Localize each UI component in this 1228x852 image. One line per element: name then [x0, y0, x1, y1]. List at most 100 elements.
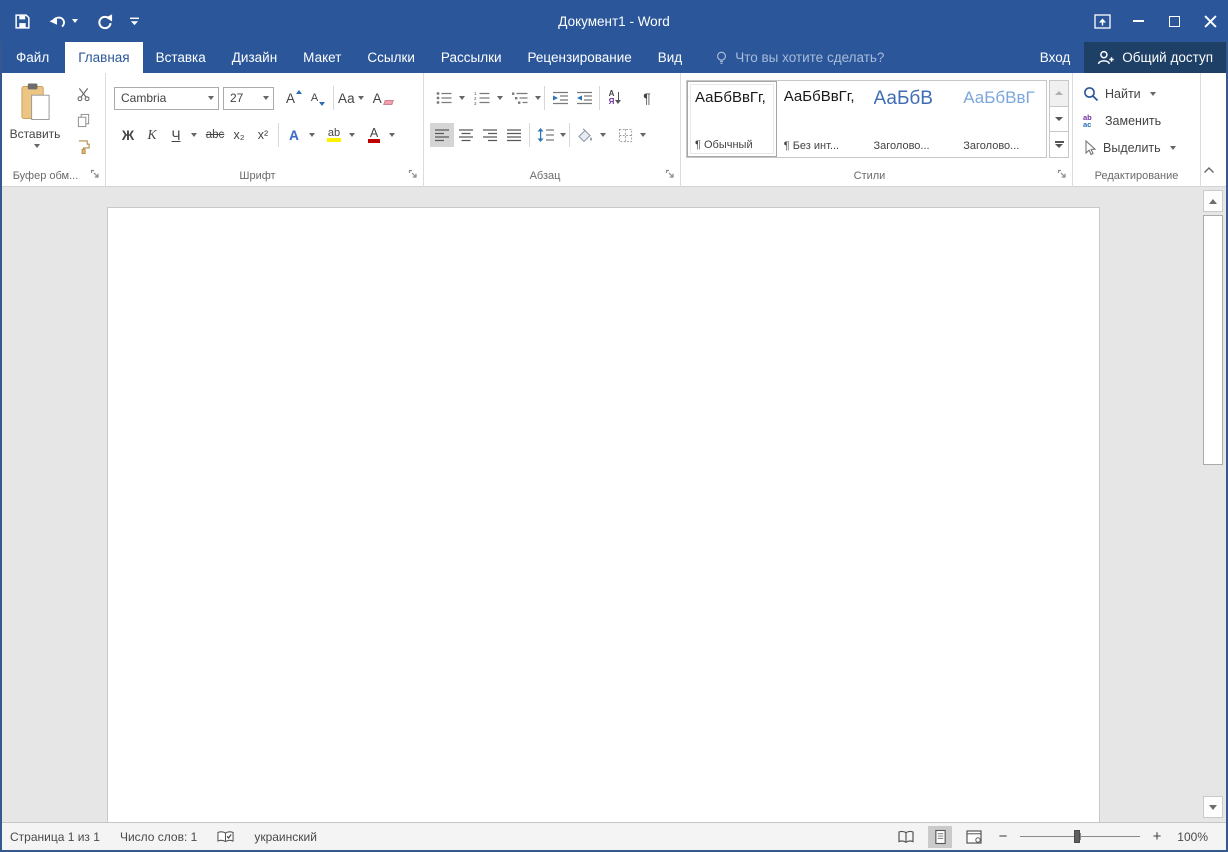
tab-references[interactable]: Ссылки — [354, 42, 428, 73]
show-marks-button[interactable]: ¶ — [635, 86, 659, 110]
zoom-slider-handle[interactable] — [1074, 830, 1080, 843]
collapse-ribbon-button[interactable] — [1200, 162, 1218, 178]
numbering-button[interactable]: 123 — [470, 86, 494, 110]
shading-dropdown-arrow[interactable] — [600, 133, 606, 137]
undo-dropdown-arrow[interactable] — [72, 19, 78, 23]
document-page[interactable] — [107, 207, 1100, 822]
sort-button[interactable]: АЯ — [603, 86, 627, 110]
align-left-button[interactable] — [430, 123, 454, 147]
highlight-dropdown-arrow[interactable] — [349, 133, 355, 137]
find-dropdown-arrow[interactable] — [1150, 92, 1156, 96]
zoom-in-button[interactable]: + — [1150, 828, 1164, 845]
font-dialog-launcher[interactable] — [408, 169, 419, 180]
style-heading1[interactable]: АаБбВ Заголово... — [867, 81, 957, 157]
language-indicator[interactable]: украинский — [254, 830, 317, 844]
grow-font-button[interactable]: А — [282, 86, 306, 110]
copy-button[interactable] — [72, 110, 94, 130]
text-effects-dropdown-arrow[interactable] — [309, 133, 315, 137]
style-heading2[interactable]: АаБбВвГ Заголово... — [956, 81, 1046, 157]
replace-button[interactable]: ab ac Заменить — [1083, 110, 1161, 132]
font-size-combobox[interactable]: 27 — [223, 87, 274, 110]
numbering-dropdown-arrow[interactable] — [497, 96, 503, 100]
tab-home[interactable]: Главная — [65, 42, 142, 73]
zoom-percentage[interactable]: 100% — [1174, 830, 1208, 844]
scroll-up-button[interactable] — [1203, 190, 1223, 212]
tab-file[interactable]: Файл — [0, 42, 65, 73]
style-normal[interactable]: АаБбВвГг, ¶ Обычный — [687, 81, 777, 157]
print-layout-button[interactable] — [928, 826, 952, 848]
underline-dropdown-arrow[interactable] — [191, 133, 197, 137]
borders-button[interactable] — [613, 123, 637, 147]
separator — [544, 86, 545, 110]
zoom-out-button[interactable]: − — [996, 828, 1010, 845]
undo-button[interactable] — [48, 13, 78, 29]
zoom-slider[interactable] — [1020, 829, 1140, 844]
tab-view[interactable]: Вид — [645, 42, 695, 73]
clear-formatting-button[interactable]: А — [371, 86, 395, 110]
font-color-button[interactable]: А — [362, 123, 386, 147]
multilevel-list-button[interactable] — [508, 86, 532, 110]
decrease-indent-button[interactable] — [548, 86, 572, 110]
styles-scroll-down-button[interactable] — [1049, 107, 1069, 133]
paste-button[interactable]: Вставить — [6, 82, 64, 172]
tell-me-box[interactable]: Что вы хотите сделать? — [715, 42, 884, 73]
scrollbar-thumb[interactable] — [1203, 215, 1223, 465]
underline-button[interactable]: Ч — [164, 123, 188, 147]
word-count[interactable]: Число слов: 1 — [120, 830, 197, 844]
repeat-button[interactable] — [95, 13, 113, 30]
bullets-icon — [436, 91, 452, 105]
line-spacing-button[interactable] — [533, 123, 557, 147]
maximize-button[interactable] — [1156, 0, 1192, 42]
ribbon-display-options-button[interactable] — [1084, 0, 1120, 42]
superscript-button[interactable]: x² — [251, 123, 275, 147]
shading-button[interactable] — [573, 123, 597, 147]
text-effects-button[interactable]: А — [282, 123, 306, 147]
sign-in-button[interactable]: Вход — [1026, 42, 1085, 73]
align-right-button[interactable] — [478, 123, 502, 147]
page-indicator[interactable]: Страница 1 из 1 — [10, 830, 100, 844]
format-painter-button[interactable] — [72, 136, 94, 156]
multilevel-dropdown-arrow[interactable] — [535, 96, 541, 100]
styles-dialog-launcher[interactable] — [1057, 169, 1068, 180]
shrink-font-button[interactable]: А — [306, 86, 330, 110]
align-center-button[interactable] — [454, 123, 478, 147]
line-spacing-dropdown-arrow[interactable] — [560, 133, 566, 137]
close-button[interactable] — [1192, 0, 1228, 42]
paste-dropdown-arrow[interactable] — [34, 144, 40, 148]
save-button[interactable] — [14, 13, 31, 30]
proofing-status[interactable] — [217, 830, 234, 844]
styles-more-button[interactable] — [1049, 132, 1069, 158]
paragraph-dialog-launcher[interactable] — [665, 169, 676, 180]
subscript-button[interactable]: x₂ — [227, 123, 251, 147]
tab-layout[interactable]: Макет — [290, 42, 354, 73]
italic-button[interactable]: К — [140, 123, 164, 147]
web-layout-button[interactable] — [962, 826, 986, 848]
styles-scroll-up-button[interactable] — [1049, 80, 1069, 107]
change-case-button[interactable]: Аа — [337, 86, 365, 110]
font-color-dropdown-arrow[interactable] — [389, 133, 395, 137]
increase-indent-button[interactable] — [572, 86, 596, 110]
tab-design[interactable]: Дизайн — [219, 42, 290, 73]
bullets-dropdown-arrow[interactable] — [459, 96, 465, 100]
customize-qat-button[interactable] — [130, 17, 139, 26]
tab-insert[interactable]: Вставка — [143, 42, 219, 73]
strikethrough-button[interactable]: abc — [203, 123, 227, 147]
minimize-button[interactable] — [1120, 0, 1156, 42]
justify-button[interactable] — [502, 123, 526, 147]
select-button[interactable]: Выделить — [1083, 137, 1176, 159]
clipboard-dialog-launcher[interactable] — [90, 169, 101, 180]
borders-dropdown-arrow[interactable] — [640, 133, 646, 137]
bullets-button[interactable] — [432, 86, 456, 110]
style-no-spacing[interactable]: АаБбВвГг, ¶ Без инт... — [777, 81, 867, 157]
tab-review[interactable]: Рецензирование — [515, 42, 645, 73]
tab-mailings[interactable]: Рассылки — [428, 42, 515, 73]
scroll-down-button[interactable] — [1203, 796, 1223, 818]
cut-button[interactable] — [72, 84, 94, 104]
text-highlight-button[interactable]: ab — [322, 123, 346, 147]
read-mode-button[interactable] — [894, 826, 918, 848]
bold-button[interactable]: Ж — [116, 123, 140, 147]
font-family-combobox[interactable]: Cambria — [114, 87, 219, 110]
share-button[interactable]: Общий доступ — [1084, 42, 1228, 73]
find-button[interactable]: Найти — [1083, 83, 1156, 105]
select-dropdown-arrow[interactable] — [1170, 146, 1176, 150]
